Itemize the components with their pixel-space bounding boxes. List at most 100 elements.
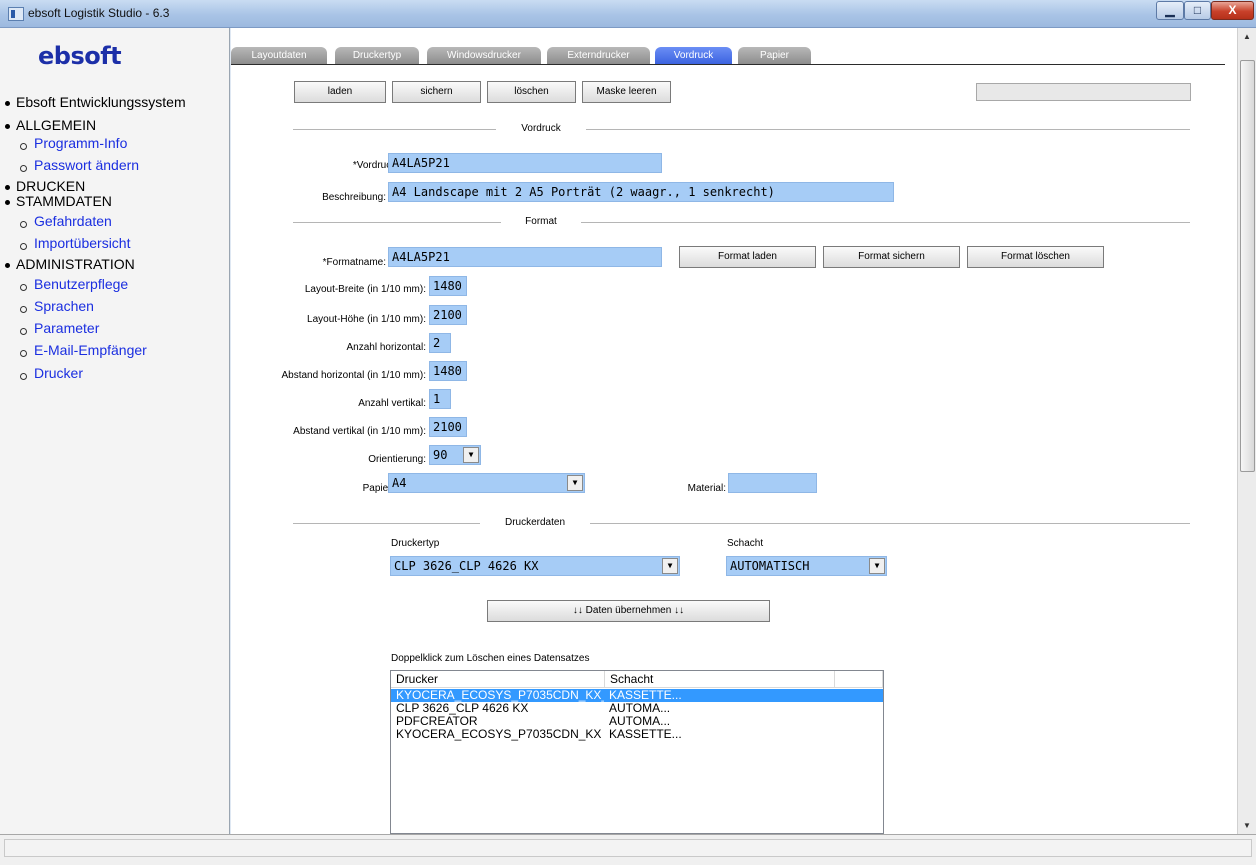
list-item-drucker: KYOCERA_ECOSYS_P7035CDN_KX_23 xyxy=(396,689,604,702)
material-input[interactable] xyxy=(728,473,817,493)
anzahl-vertikal-input[interactable]: 1 xyxy=(429,389,451,409)
minimize-button[interactable]: ▁ xyxy=(1156,1,1184,20)
chevron-down-icon[interactable]: ▼ xyxy=(662,558,678,574)
maske-leeren-button[interactable]: Maske leeren xyxy=(582,81,671,103)
sidebar-item-benutzerpflege[interactable]: Benutzerpflege xyxy=(20,276,128,292)
list-item-schacht: KASSETTE... xyxy=(609,728,682,741)
section-title-format: Format xyxy=(501,216,581,227)
circle-icon xyxy=(20,373,27,380)
list-item[interactable]: CLP 3626_CLP 4626 KX AUTOMA... xyxy=(391,702,883,715)
circle-icon xyxy=(20,328,27,335)
list-item[interactable]: PDFCREATOR AUTOMA... xyxy=(391,715,883,728)
maximize-button[interactable]: □ xyxy=(1184,1,1211,20)
scrollbar-thumb[interactable] xyxy=(1240,60,1255,472)
separator-vordruck xyxy=(293,129,1190,130)
sidebar-section-administration[interactable]: ADMINISTRATION xyxy=(5,256,135,272)
window-title: ebsoft Logistik Studio - 6.3 xyxy=(28,6,170,20)
list-item-schacht: AUTOMA... xyxy=(609,715,671,728)
list-item[interactable]: KYOCERA_ECOSYS_P7035CDN_KX_23 KASSETTE..… xyxy=(391,689,883,702)
tab-windowsdrucker[interactable]: Windowsdrucker xyxy=(427,47,541,64)
layout-hoehe-label: Layout-Höhe (in 1/10 mm): xyxy=(307,314,426,325)
bullet-icon xyxy=(5,123,10,129)
sidebar-section-stammdaten[interactable]: STAMMDATEN xyxy=(5,193,112,209)
circle-icon xyxy=(20,306,27,313)
scroll-up-icon[interactable]: ▲ xyxy=(1238,28,1256,45)
sidebar-item-importuebersicht[interactable]: Importübersicht xyxy=(20,235,130,251)
beschreibung-label: Beschreibung: xyxy=(322,192,386,203)
sidebar-item-drucker[interactable]: Drucker xyxy=(20,365,83,381)
circle-icon xyxy=(20,284,27,291)
section-title-druckerdaten: Druckerdaten xyxy=(480,517,590,528)
sidebar-item-email-empfaenger[interactable]: E-Mail-Empfänger xyxy=(20,342,147,358)
logo: ebsoft xyxy=(38,42,122,70)
loeschen-button[interactable]: löschen xyxy=(487,81,576,103)
list-item-drucker: KYOCERA_ECOSYS_P7035CDN_KX xyxy=(396,728,602,741)
list-item-drucker: PDFCREATOR xyxy=(396,715,478,728)
list-item-schacht: KASSETTE... xyxy=(609,689,682,702)
title-bar[interactable]: ebsoft Logistik Studio - 6.3 ▁ □ X xyxy=(0,0,1256,28)
bullet-icon xyxy=(5,100,10,106)
main-content: Layoutdaten Druckertyp Windowsdrucker Ex… xyxy=(231,28,1237,834)
material-label: Material: xyxy=(687,483,726,494)
sidebar-item-gefahrdaten[interactable]: Gefahrdaten xyxy=(20,213,112,229)
format-laden-button[interactable]: Format laden xyxy=(679,246,816,268)
sidebar-section-drucken[interactable]: DRUCKEN xyxy=(5,178,85,194)
anzahl-horizontal-label: Anzahl horizontal: xyxy=(346,342,427,353)
chevron-down-icon[interactable]: ▼ xyxy=(463,447,479,463)
anzahl-vertikal-label: Anzahl vertikal: xyxy=(358,398,426,409)
sidebar-section-ebsoft[interactable]: Ebsoft Entwicklungssystem xyxy=(5,94,186,110)
orientierung-select[interactable]: 90 ▼ xyxy=(429,445,481,465)
close-button[interactable]: X xyxy=(1211,1,1254,20)
list-header-drucker[interactable]: Drucker xyxy=(391,671,605,688)
separator-druckerdaten xyxy=(293,523,1190,524)
tab-druckertyp[interactable]: Druckertyp xyxy=(335,47,419,64)
formatname-input[interactable]: A4LA5P21 xyxy=(388,247,662,267)
bullet-icon xyxy=(5,184,10,190)
vertical-scrollbar[interactable]: ▲ ▼ xyxy=(1237,28,1256,834)
chevron-down-icon[interactable]: ▼ xyxy=(869,558,885,574)
formatname-label: *Formatname: xyxy=(322,257,386,268)
tab-layoutdaten[interactable]: Layoutdaten xyxy=(231,47,327,64)
list-item-schacht: AUTOMA... xyxy=(609,702,671,715)
sidebar-item-passwort-aendern[interactable]: Passwort ändern xyxy=(20,157,139,173)
layout-breite-input[interactable]: 1480 xyxy=(429,276,467,296)
daten-uebernehmen-button[interactable]: ↓↓ Daten übernehmen ↓↓ xyxy=(487,600,770,622)
abstand-horizontal-label: Abstand horizontal (in 1/10 mm): xyxy=(281,370,426,381)
tab-papier[interactable]: Papier xyxy=(738,47,811,64)
list-header-filler xyxy=(835,671,883,688)
printer-list[interactable]: Drucker Schacht KYOCERA_ECOSYS_P7035CDN_… xyxy=(390,670,884,834)
circle-icon xyxy=(20,143,27,150)
sidebar-section-allgemein[interactable]: ALLGEMEIN xyxy=(5,117,96,133)
separator-format xyxy=(293,222,1190,223)
laden-button[interactable]: laden xyxy=(294,81,386,103)
list-item[interactable]: KYOCERA_ECOSYS_P7035CDN_KX KASSETTE... xyxy=(391,728,883,741)
list-item-drucker: CLP 3626_CLP 4626 KX xyxy=(396,702,529,715)
anzahl-horizontal-input[interactable]: 2 xyxy=(429,333,451,353)
vordruck-input[interactable]: A4LA5P21 xyxy=(388,153,662,173)
tab-vordruck[interactable]: Vordruck xyxy=(655,47,732,64)
layout-breite-label: Layout-Breite (in 1/10 mm): xyxy=(304,284,426,295)
section-title-vordruck: Vordruck xyxy=(496,123,586,134)
scroll-down-icon[interactable]: ▼ xyxy=(1238,817,1256,834)
tab-externdrucker[interactable]: Externdrucker xyxy=(547,47,650,64)
layout-hoehe-input[interactable]: 2100 xyxy=(429,305,467,325)
circle-icon xyxy=(20,165,27,172)
chevron-down-icon[interactable]: ▼ xyxy=(567,475,583,491)
sidebar-item-parameter[interactable]: Parameter xyxy=(20,320,99,336)
list-header-schacht[interactable]: Schacht xyxy=(605,671,835,688)
papier-groesse-value: A4 xyxy=(392,476,407,490)
papier-groesse-select[interactable]: A4 ▼ xyxy=(388,473,585,493)
beschreibung-input[interactable]: A4 Landscape mit 2 A5 Porträt (2 waagr.,… xyxy=(388,182,894,202)
circle-icon xyxy=(20,221,27,228)
druckertyp-value: CLP 3626_CLP 4626 KX xyxy=(394,559,539,573)
sidebar-item-sprachen[interactable]: Sprachen xyxy=(20,298,94,314)
druckertyp-select[interactable]: CLP 3626_CLP 4626 KX ▼ xyxy=(390,556,680,576)
abstand-horizontal-input[interactable]: 1480 xyxy=(429,361,467,381)
sidebar-item-programm-info[interactable]: Programm-Info xyxy=(20,135,127,151)
schacht-select[interactable]: AUTOMATISCH ▼ xyxy=(726,556,887,576)
format-loeschen-button[interactable]: Format löschen xyxy=(967,246,1104,268)
sichern-button[interactable]: sichern xyxy=(392,81,481,103)
format-sichern-button[interactable]: Format sichern xyxy=(823,246,960,268)
abstand-vertikal-input[interactable]: 2100 xyxy=(429,417,467,437)
status-field xyxy=(976,83,1191,101)
